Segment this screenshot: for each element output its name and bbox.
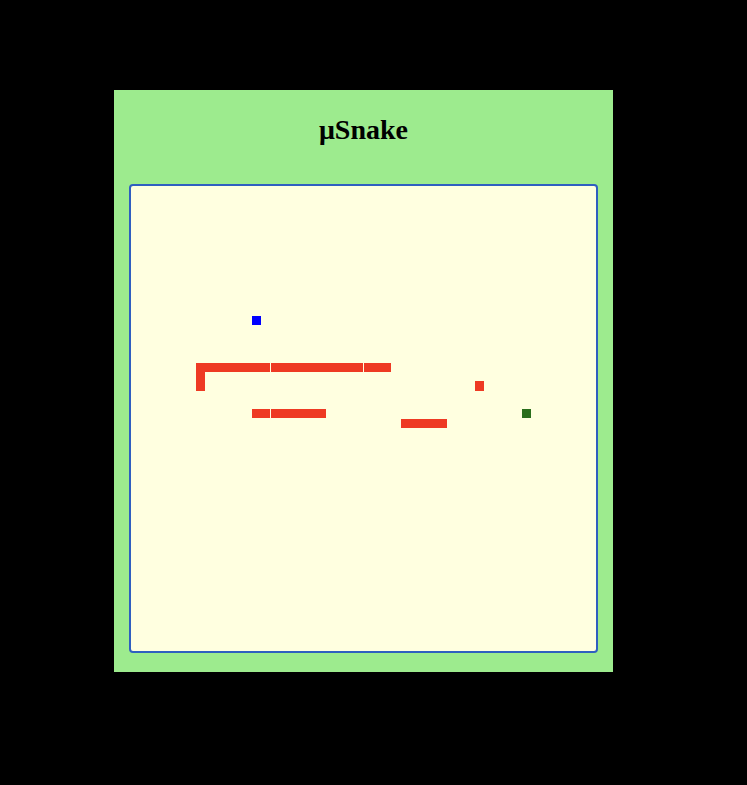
wall-cell xyxy=(280,363,289,372)
page: μSnake xyxy=(0,0,747,785)
wall-cell xyxy=(475,381,484,390)
title-bar: μSnake xyxy=(114,90,613,184)
wall-cell xyxy=(429,419,438,428)
wall-cell xyxy=(271,409,280,418)
wall-cell xyxy=(205,363,214,372)
wall-cell xyxy=(326,363,335,372)
wall-cell xyxy=(196,363,205,372)
wall-cell xyxy=(382,363,391,372)
food-cell xyxy=(252,316,261,325)
wall-cell xyxy=(401,419,410,428)
wall-cell xyxy=(289,409,298,418)
wall-cell xyxy=(243,363,252,372)
wall-cell xyxy=(233,363,242,372)
wall-cell xyxy=(336,363,345,372)
game-board[interactable] xyxy=(129,184,598,653)
wall-cell xyxy=(261,409,270,418)
wall-cell xyxy=(373,363,382,372)
wall-cell xyxy=(419,419,428,428)
wall-cell xyxy=(354,363,363,372)
wall-cell xyxy=(196,372,205,381)
wall-cell xyxy=(410,419,419,428)
wall-cell xyxy=(438,419,447,428)
wall-cell xyxy=(271,363,280,372)
wall-cell xyxy=(289,363,298,372)
wall-cell xyxy=(308,363,317,372)
wall-cell xyxy=(224,363,233,372)
wall-cell xyxy=(308,409,317,418)
wall-cell xyxy=(298,363,307,372)
wall-cell xyxy=(364,363,373,372)
wall-cell xyxy=(261,363,270,372)
wall-cell xyxy=(317,409,326,418)
wall-cell xyxy=(317,363,326,372)
game-panel: μSnake xyxy=(114,90,613,672)
wall-cell xyxy=(215,363,224,372)
wall-cell xyxy=(280,409,289,418)
wall-cell xyxy=(196,381,205,390)
game-title: μSnake xyxy=(319,114,408,184)
wall-cell xyxy=(298,409,307,418)
snake-cell xyxy=(522,409,531,418)
wall-cell xyxy=(345,363,354,372)
wall-cell xyxy=(252,363,261,372)
wall-cell xyxy=(252,409,261,418)
